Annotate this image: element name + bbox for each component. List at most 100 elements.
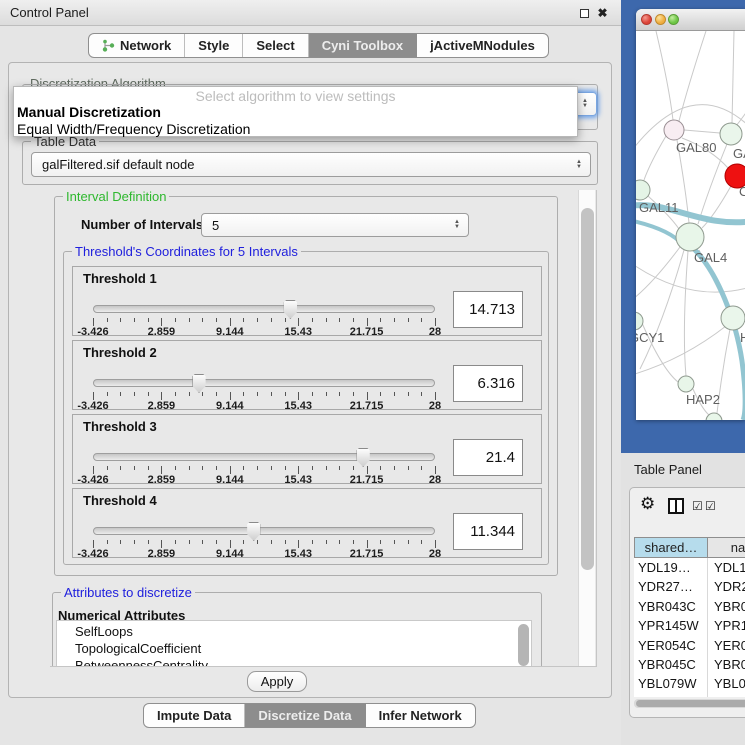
dropdown-option-manual-discretization[interactable]: Manual Discretization xyxy=(14,103,577,121)
tick-label: 28 xyxy=(429,400,441,412)
cell-shared-name[interactable]: YLR345W xyxy=(634,694,707,697)
network-node[interactable] xyxy=(636,312,643,330)
tick-mark xyxy=(394,540,395,544)
table-row[interactable]: YBL079WYBL079W xyxy=(634,674,745,694)
table-hscrollbar-thumb[interactable] xyxy=(636,700,745,707)
cell-shared-name[interactable]: YPR145W xyxy=(634,616,707,636)
threshold-slider-thumb[interactable] xyxy=(356,448,371,467)
network-edge[interactable] xyxy=(640,250,684,369)
network-node[interactable] xyxy=(664,120,684,140)
close-traffic-light-icon[interactable] xyxy=(641,14,652,25)
cell-shared-name[interactable]: YER054C xyxy=(634,636,707,656)
threshold-value-field[interactable]: 6.316 xyxy=(453,365,523,402)
column-header-name[interactable]: name xyxy=(707,537,745,558)
tick-mark xyxy=(175,466,176,470)
tick-label: 15.43 xyxy=(284,326,312,338)
tick-mark xyxy=(243,392,244,396)
threshold-slider-thumb[interactable] xyxy=(246,522,261,541)
checked-checkbox-icon[interactable]: ☑ xyxy=(692,499,703,513)
threshold-slider-thumb[interactable] xyxy=(283,300,298,319)
cell-shared-name[interactable]: YBR043C xyxy=(634,597,707,617)
cell-name[interactable]: YBR045C xyxy=(707,655,745,675)
network-node[interactable] xyxy=(721,306,745,330)
threshold-slider-thumb[interactable] xyxy=(192,374,207,393)
network-edge[interactable] xyxy=(684,251,688,376)
cell-shared-name[interactable]: YBR045C xyxy=(634,655,707,675)
cell-name[interactable]: YER054C xyxy=(707,636,745,656)
network-node[interactable] xyxy=(720,123,742,145)
column-header-shared-name[interactable]: shared… xyxy=(634,537,708,558)
cell-shared-name[interactable]: YDR27… xyxy=(634,577,707,597)
network-edge[interactable] xyxy=(656,31,673,120)
table-data-combobox[interactable]: galFiltered.sif default node ▲▼ xyxy=(31,152,591,177)
table-row[interactable]: YLR345WYLR345W xyxy=(634,694,745,697)
list-item[interactable]: BetweennessCentrality xyxy=(75,658,208,667)
cell-shared-name[interactable]: YBL079W xyxy=(634,674,707,694)
apply-button[interactable]: Apply xyxy=(247,671,307,692)
tick-mark xyxy=(435,466,436,474)
network-edge[interactable] xyxy=(732,31,734,123)
table-row[interactable]: YER054CYER054C xyxy=(634,636,745,656)
cell-name[interactable]: YDL19… xyxy=(707,558,745,578)
dropdown-option-equal-width[interactable]: Equal Width/Frequency Discretization xyxy=(14,120,577,138)
threshold-value-field[interactable]: 14.713 xyxy=(453,291,523,328)
tab-jactivemnodules[interactable]: jActiveMNodules xyxy=(417,34,548,57)
tab-network[interactable]: Network xyxy=(89,34,185,57)
float-window-icon[interactable] xyxy=(580,9,589,18)
cell-name[interactable]: YBR043C xyxy=(707,597,745,617)
number-of-intervals-combobox[interactable]: 5 ▲▼ xyxy=(201,213,469,237)
tab-discretize-data[interactable]: Discretize Data xyxy=(245,704,365,727)
threshold-slider-track[interactable] xyxy=(93,527,435,535)
network-edge[interactable] xyxy=(644,136,666,180)
minimize-traffic-light-icon[interactable] xyxy=(655,14,666,25)
cell-name[interactable]: YLR345W xyxy=(707,694,745,697)
threshold-slider-track[interactable] xyxy=(93,305,435,313)
columns-icon[interactable] xyxy=(668,498,684,514)
threshold-slider-track[interactable] xyxy=(93,453,435,461)
tick-mark xyxy=(353,540,354,544)
tab-infer-network[interactable]: Infer Network xyxy=(366,704,475,727)
cell-name[interactable]: YDR27… xyxy=(707,577,745,597)
tick-mark xyxy=(367,392,368,400)
tab-select[interactable]: Select xyxy=(243,34,308,57)
threshold-slider-track[interactable] xyxy=(93,379,435,387)
threshold-value-field[interactable]: 21.4 xyxy=(453,439,523,476)
close-icon[interactable]: ✖ xyxy=(596,7,609,20)
network-edge-thick[interactable] xyxy=(636,219,683,245)
network-edge[interactable] xyxy=(679,31,706,121)
tab-style[interactable]: Style xyxy=(185,34,243,57)
tab-impute-data[interactable]: Impute Data xyxy=(144,704,245,727)
table-hscrollbar-track[interactable] xyxy=(634,699,745,708)
list-scrollbar[interactable] xyxy=(518,624,529,666)
table-row[interactable]: YDR27…YDR27… xyxy=(634,577,745,597)
tick-mark xyxy=(93,466,94,474)
checked-checkbox-icon[interactable]: ☑ xyxy=(705,499,716,513)
settings-scrollbar-track[interactable] xyxy=(578,190,595,667)
network-node[interactable] xyxy=(678,376,694,392)
network-edge[interactable] xyxy=(636,247,680,303)
list-item[interactable]: TopologicalCoefficient xyxy=(75,641,201,658)
table-row[interactable]: YDL19…YDL19… xyxy=(634,558,745,578)
table-row[interactable]: YBR043CYBR043C xyxy=(634,597,745,617)
zoom-traffic-light-icon[interactable] xyxy=(668,14,679,25)
gear-icon[interactable]: ⚙ xyxy=(640,494,655,514)
network-edge[interactable] xyxy=(636,261,745,292)
list-item[interactable]: SelfLoops xyxy=(75,624,133,641)
threshold-value-field[interactable]: 11.344 xyxy=(453,513,523,550)
network-node[interactable] xyxy=(636,180,650,200)
cell-name[interactable]: YBL079W xyxy=(707,674,745,694)
network-edge[interactable] xyxy=(684,130,720,133)
cell-name[interactable]: YPR145W xyxy=(707,616,745,636)
network-node[interactable] xyxy=(676,223,704,251)
network-edge[interactable] xyxy=(698,144,727,224)
tab-cyni-toolbox[interactable]: Cyni Toolbox xyxy=(309,34,417,57)
settings-scrollbar-thumb[interactable] xyxy=(581,208,594,570)
cell-shared-name[interactable]: YDL19… xyxy=(634,558,707,578)
table-row[interactable]: YBR045CYBR045C xyxy=(634,655,745,675)
tick-mark xyxy=(161,540,162,548)
network-edge[interactable] xyxy=(736,101,745,126)
table-row[interactable]: YPR145WYPR145W xyxy=(634,616,745,636)
network-window-titlebar[interactable] xyxy=(636,9,745,31)
tick-mark xyxy=(216,466,217,470)
network-canvas[interactable]: GAL80GACGAL11GAL4GCY1HHAP2 xyxy=(636,31,745,420)
